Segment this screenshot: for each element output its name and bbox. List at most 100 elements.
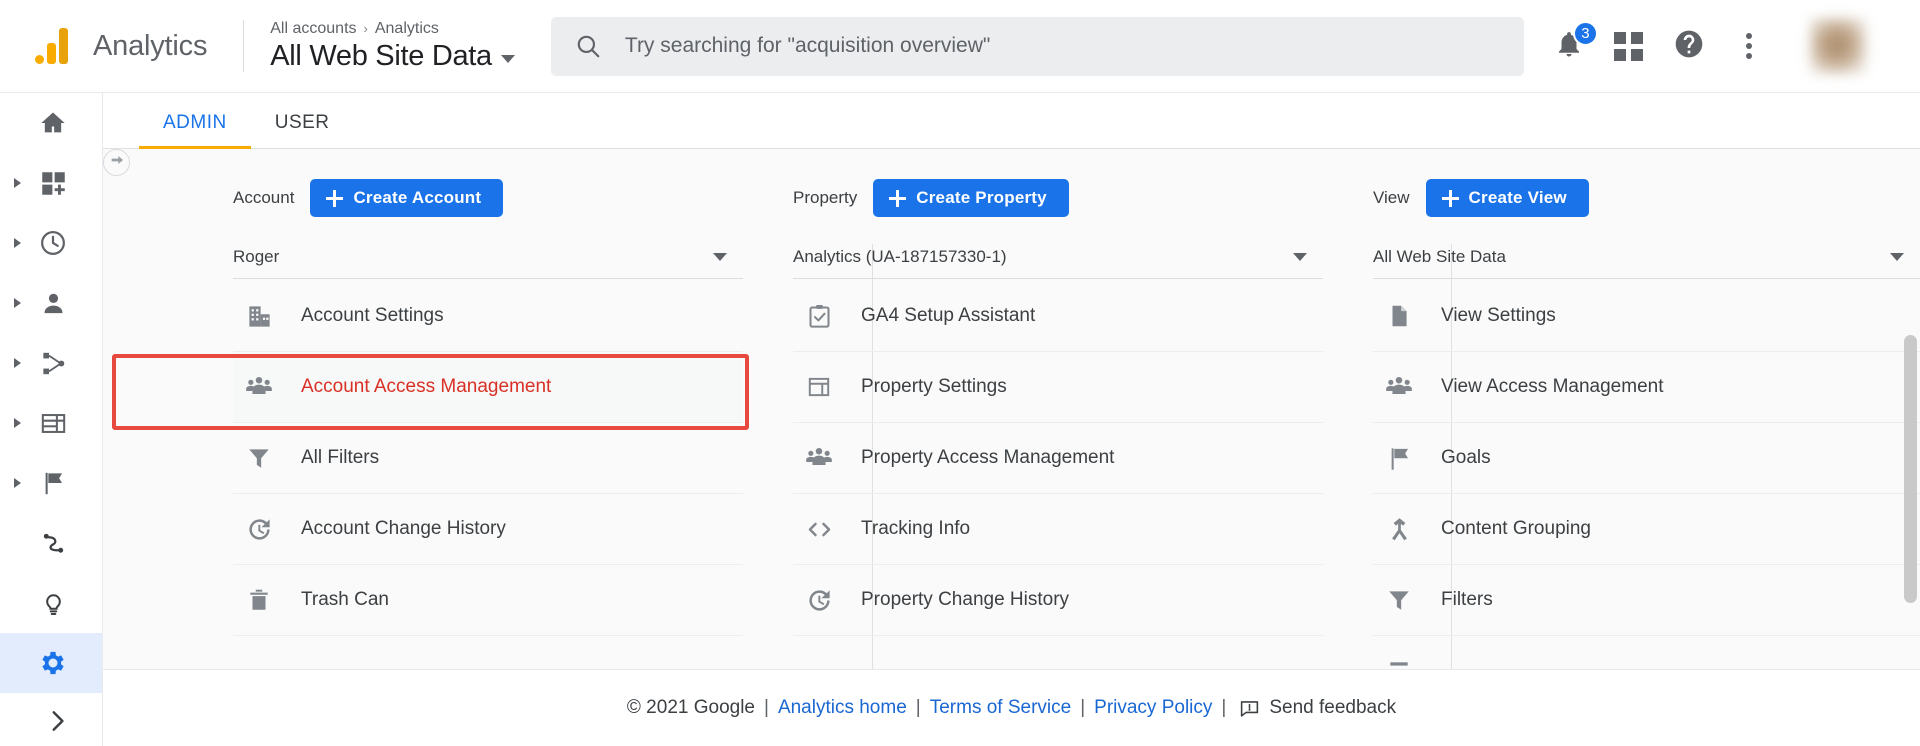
account-label: Account xyxy=(233,188,295,207)
menu-item-property-access-management[interactable]: Property Access Management xyxy=(793,423,1323,494)
apps-button[interactable] xyxy=(1612,29,1646,63)
code-brackets-icon xyxy=(803,513,835,545)
menu-item-tracking-info[interactable]: Tracking Info xyxy=(793,494,1323,565)
layout-icon xyxy=(803,371,835,403)
menu-item-view-settings[interactable]: View Settings xyxy=(1373,281,1920,352)
person-icon xyxy=(38,288,68,318)
property-selector[interactable]: Analytics (UA-187157330-1) xyxy=(793,235,1323,279)
menu-item-filters[interactable]: Filters xyxy=(1373,565,1920,636)
sidebar-item-discover[interactable] xyxy=(0,513,102,573)
table-icon xyxy=(38,408,68,438)
menu-item-label: All Filters xyxy=(301,447,380,468)
chevron-down-icon[interactable] xyxy=(500,55,515,63)
trash-icon xyxy=(243,584,275,616)
view-column-header: View Create View xyxy=(1373,179,1920,217)
clock-icon xyxy=(38,228,68,258)
account-selector[interactable]: Roger xyxy=(233,235,743,279)
sidebar-item-customization[interactable] xyxy=(0,153,102,213)
sidebar-item-insights[interactable] xyxy=(0,573,102,633)
sidebar-item-conversions[interactable] xyxy=(0,453,102,513)
property-menu: GA4 Setup Assistant Property Settings Pr… xyxy=(793,281,1323,636)
expand-triangle-icon xyxy=(14,298,21,308)
menu-item-account-access-management[interactable]: Account Access Management xyxy=(233,352,743,423)
property-column-header: Property Create Property xyxy=(793,179,1323,217)
sidebar-item-realtime[interactable] xyxy=(0,213,102,273)
lightbulb-icon xyxy=(38,588,68,618)
menu-item-ga4-setup-assistant[interactable]: GA4 Setup Assistant xyxy=(793,281,1323,352)
account-column-header: Account Create Account xyxy=(233,179,743,217)
account-selected-value: Roger xyxy=(233,246,280,266)
account-selector-block[interactable]: All accounts › Analytics All Web Site Da… xyxy=(270,20,515,73)
view-column: View Create View All Web Site Data View … xyxy=(1323,149,1920,746)
help-button[interactable] xyxy=(1672,29,1706,63)
breadcrumb-parent[interactable]: All accounts xyxy=(270,20,356,38)
menu-item-content-grouping[interactable]: Content Grouping xyxy=(1373,494,1920,565)
sidebar-item-acquisition[interactable] xyxy=(0,333,102,393)
expand-triangle-icon xyxy=(14,178,21,188)
property-to-view-arrow-button[interactable] xyxy=(103,149,130,176)
footer-send-feedback[interactable]: Send feedback xyxy=(1269,697,1396,719)
breadcrumb-child[interactable]: Analytics xyxy=(375,20,439,38)
left-sidebar xyxy=(0,93,103,746)
more-options-button[interactable] xyxy=(1732,29,1766,63)
view-label: View xyxy=(1373,188,1410,207)
avatar[interactable] xyxy=(1809,18,1866,74)
view-selector[interactable]: All Web Site Data xyxy=(1373,235,1920,279)
building-icon xyxy=(243,300,275,332)
footer-link-privacy-policy[interactable]: Privacy Policy xyxy=(1094,697,1212,719)
funnel-icon xyxy=(1383,584,1415,616)
create-account-button[interactable]: Create Account xyxy=(310,179,504,217)
menu-item-trash-can[interactable]: Trash Can xyxy=(233,565,743,636)
people-icon xyxy=(243,371,275,403)
menu-item-goals[interactable]: Goals xyxy=(1373,423,1920,494)
footer-copyright: © 2021 Google xyxy=(626,697,755,718)
admin-columns: Account Create Account Roger Account Set… xyxy=(103,149,1920,746)
create-property-label: Create Property xyxy=(916,188,1047,207)
sidebar-expand-button[interactable] xyxy=(0,693,102,746)
customization-grid-icon xyxy=(38,168,68,198)
menu-item-account-change-history[interactable]: Account Change History xyxy=(233,494,743,565)
notification-count-badge: 3 xyxy=(1572,21,1598,46)
clipboard-check-icon xyxy=(803,300,835,332)
chevron-right-icon xyxy=(44,708,70,739)
menu-item-label: Property Change History xyxy=(861,589,1070,610)
vertical-scrollbar-thumb[interactable] xyxy=(1904,335,1917,603)
menu-item-label: Account Change History xyxy=(301,518,506,539)
menu-item-view-access-management[interactable]: View Access Management xyxy=(1373,352,1920,423)
menu-item-account-settings[interactable]: Account Settings xyxy=(233,281,743,352)
expand-triangle-icon xyxy=(14,358,21,368)
menu-item-property-settings[interactable]: Property Settings xyxy=(793,352,1323,423)
history-icon xyxy=(243,513,275,545)
sidebar-item-behavior[interactable] xyxy=(0,393,102,453)
tab-user[interactable]: USER xyxy=(251,112,354,148)
footer-link-analytics-home[interactable]: Analytics home xyxy=(778,697,907,719)
footer-separator: | xyxy=(915,697,921,718)
sidebar-item-admin[interactable] xyxy=(0,633,102,693)
brand-name: Analytics xyxy=(93,29,208,62)
expand-triangle-icon xyxy=(14,478,21,488)
property-selected-value: Analytics (UA-187157330-1) xyxy=(793,246,1007,266)
account-menu: Account Settings Account Access Manageme… xyxy=(233,281,743,636)
tab-admin[interactable]: ADMIN xyxy=(139,112,251,150)
footer-separator: | xyxy=(1221,697,1227,718)
analytics-logo[interactable] xyxy=(0,28,103,64)
footer-link-terms-of-service[interactable]: Terms of Service xyxy=(930,697,1071,719)
property-label: Property xyxy=(793,188,858,207)
footer: © 2021 Google | Analytics home | Terms o… xyxy=(103,669,1920,746)
search-placeholder: Try searching for "acquisition overview" xyxy=(624,34,991,57)
create-view-button[interactable]: Create View xyxy=(1425,179,1589,217)
notifications-button[interactable]: 3 xyxy=(1552,21,1598,63)
people-icon xyxy=(1383,371,1415,403)
menu-item-all-filters[interactable]: All Filters xyxy=(233,423,743,494)
flag-icon xyxy=(1383,442,1415,474)
sidebar-item-home[interactable] xyxy=(0,93,102,153)
create-account-label: Create Account xyxy=(353,188,482,207)
search-input[interactable]: Try searching for "acquisition overview" xyxy=(550,16,1524,76)
chevron-right-icon: › xyxy=(363,21,368,36)
menu-item-label: Content Grouping xyxy=(1441,518,1591,539)
sidebar-item-audience[interactable] xyxy=(0,273,102,333)
flag-icon xyxy=(38,468,68,498)
content-grouping-icon xyxy=(1383,513,1415,545)
menu-item-property-change-history[interactable]: Property Change History xyxy=(793,565,1323,636)
create-property-button[interactable]: Create Property xyxy=(873,179,1069,217)
